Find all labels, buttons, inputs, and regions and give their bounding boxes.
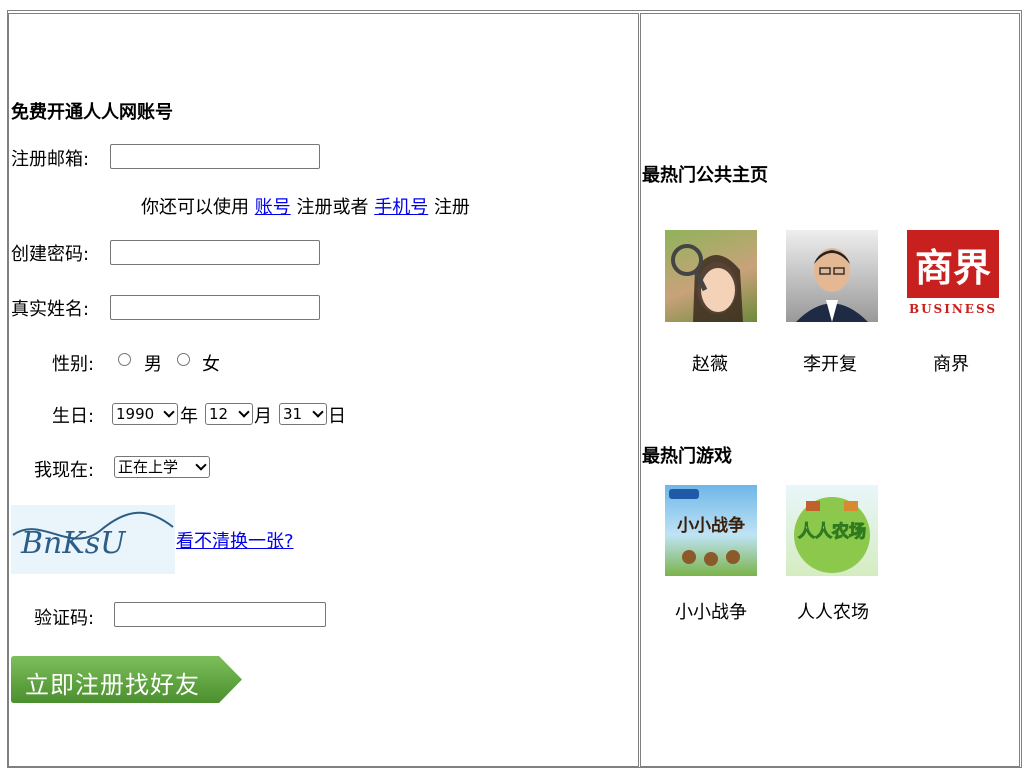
birth-month-select[interactable]: 12 bbox=[205, 403, 253, 425]
verify-label: 验证码: bbox=[34, 608, 95, 629]
password-label: 创建密码: bbox=[11, 244, 90, 265]
email-label: 注册邮箱: bbox=[11, 149, 90, 170]
gender-female-radio[interactable] bbox=[177, 353, 190, 366]
chevron-down-icon bbox=[238, 406, 250, 418]
business-logo-icon[interactable]: 商界 BUSINESS bbox=[907, 230, 999, 322]
pages-heading: 最热门公共主页 bbox=[642, 165, 768, 186]
alt-prefix: 你还可以使用 bbox=[141, 197, 249, 218]
games-heading: 最热门游戏 bbox=[642, 446, 732, 467]
page-caption[interactable]: 赵薇 bbox=[650, 350, 770, 376]
birth-day-select[interactable]: 31 bbox=[279, 403, 327, 425]
alt-middle: 注册或者 bbox=[296, 197, 369, 218]
svg-text:小小战争: 小小战争 bbox=[677, 515, 745, 536]
register-submit-label: 立即注册找好友 bbox=[25, 671, 200, 699]
year-unit: 年 bbox=[180, 406, 198, 427]
sidebar-panel bbox=[640, 13, 1020, 767]
day-unit: 日 bbox=[328, 406, 346, 427]
realname-field[interactable] bbox=[110, 295, 320, 320]
alt-register-line: 你还可以使用 账号 注册或者 手机号 注册 bbox=[141, 193, 470, 219]
alt-suffix: 注册 bbox=[433, 197, 470, 218]
captcha-image: BnKsU bbox=[11, 505, 175, 574]
person-photo-icon[interactable] bbox=[665, 230, 757, 322]
birth-month-value: 12 bbox=[209, 405, 229, 423]
password-field[interactable] bbox=[110, 240, 320, 265]
chevron-down-icon bbox=[163, 406, 175, 418]
realname-label: 真实姓名: bbox=[11, 299, 90, 320]
svg-text:商界: 商界 bbox=[915, 245, 991, 290]
person-photo-icon[interactable] bbox=[786, 230, 878, 322]
month-unit: 月 bbox=[254, 406, 272, 427]
chevron-down-icon bbox=[312, 406, 324, 418]
game-thumb-farm: 人人农场 bbox=[794, 497, 870, 573]
gender-female-label: 女 bbox=[202, 354, 220, 375]
status-select[interactable]: 正在上学 bbox=[114, 456, 210, 478]
register-panel bbox=[8, 13, 639, 767]
svg-text:人人农场: 人人农场 bbox=[798, 521, 866, 542]
birth-day-value: 31 bbox=[283, 405, 303, 423]
game-farm-icon[interactable]: 人人农场 bbox=[786, 485, 878, 576]
page-thumb-zhaowei bbox=[671, 244, 743, 322]
gender-male-label: 男 bbox=[144, 354, 162, 375]
birth-year-value: 1990 bbox=[116, 405, 155, 423]
captcha-graphic: BnKsU bbox=[12, 511, 174, 561]
phone-register-link[interactable]: 手机号 bbox=[374, 197, 428, 218]
email-field[interactable] bbox=[110, 144, 320, 169]
captcha-refresh-link[interactable]: 看不清换一张? bbox=[176, 527, 294, 553]
page-caption[interactable]: 商界 bbox=[891, 350, 1011, 376]
chevron-down-icon bbox=[195, 459, 207, 471]
game-caption[interactable]: 人人农场 bbox=[773, 598, 893, 624]
page-caption[interactable]: 李开复 bbox=[770, 350, 890, 376]
register-heading: 免费开通人人网账号 bbox=[11, 102, 173, 123]
verify-code-field[interactable] bbox=[114, 602, 326, 627]
status-label: 我现在: bbox=[34, 460, 95, 481]
game-caption[interactable]: 小小战争 bbox=[651, 598, 771, 624]
gender-male-radio[interactable] bbox=[118, 353, 131, 366]
page-thumb-likaifu bbox=[796, 248, 868, 322]
captcha-text: BnKsU bbox=[20, 526, 127, 561]
game-war-icon[interactable]: 小小战争 bbox=[665, 485, 757, 576]
svg-text:BUSINESS: BUSINESS bbox=[909, 302, 997, 316]
account-register-link[interactable]: 账号 bbox=[255, 197, 291, 218]
gender-label: 性别: bbox=[52, 354, 95, 375]
page-thumb-shangjie: 商界 BUSINESS bbox=[907, 230, 999, 316]
game-thumb-war: 小小战争 bbox=[669, 489, 745, 566]
status-value: 正在上学 bbox=[118, 458, 179, 476]
birthday-label: 生日: bbox=[52, 406, 95, 427]
birth-year-select[interactable]: 1990 bbox=[112, 403, 178, 425]
register-submit-button[interactable]: 立即注册找好友 bbox=[11, 656, 243, 703]
